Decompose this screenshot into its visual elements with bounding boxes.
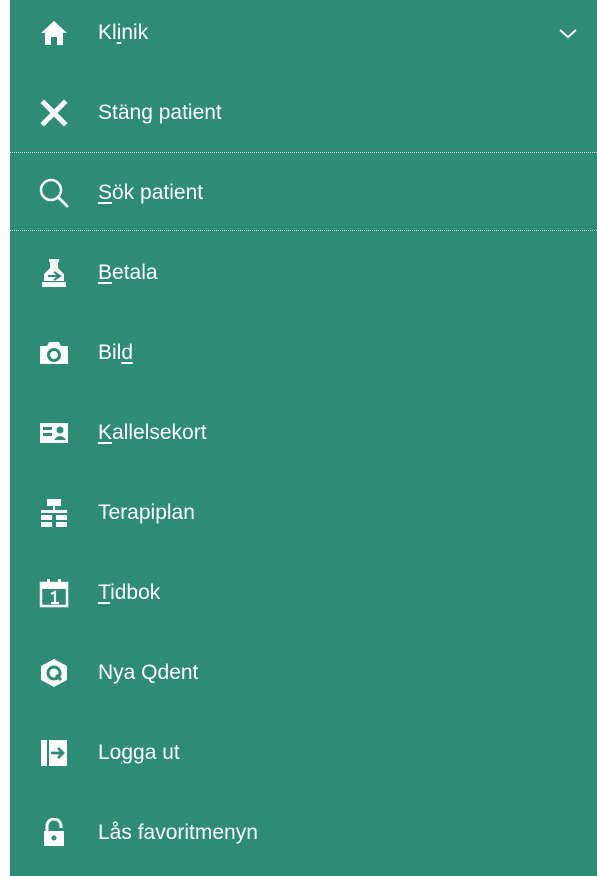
menu-separator <box>10 230 597 231</box>
payment-icon <box>36 255 72 291</box>
calendar-icon <box>36 575 72 611</box>
menu-item-label: Stäng patient <box>98 101 222 124</box>
menu-item-sok-patient[interactable]: Sök patient <box>10 153 597 233</box>
menu-item-label: Kallelsekort <box>98 421 207 444</box>
menu-item-label: Bild <box>98 341 134 364</box>
menu-item-betala[interactable]: Betala <box>10 233 597 313</box>
search-icon <box>36 175 72 211</box>
menu-item-tidbok[interactable]: Tidbok <box>10 553 597 633</box>
menu-item-label: Tidbok <box>98 581 161 604</box>
logout-icon <box>36 735 72 771</box>
menu-item-label: Nya Qdent <box>98 661 199 684</box>
menu-item-nya-qdent[interactable]: Nya Qdent <box>10 633 597 713</box>
menu-item-bild[interactable]: Bild <box>10 313 597 393</box>
favorite-menu: Klinik Stäng patient Sök patient Betala … <box>10 0 597 876</box>
menu-item-logga-ut[interactable]: Logga ut <box>10 713 597 793</box>
menu-item-label: Lås favoritmenyn <box>98 821 258 844</box>
id-card-icon <box>36 415 72 451</box>
menu-item-terapiplan[interactable]: Terapiplan <box>10 473 597 553</box>
menu-item-stang-patient[interactable]: Stäng patient <box>10 73 597 153</box>
menu-item-label: Logga ut <box>98 741 180 764</box>
qdent-logo-icon <box>36 655 72 691</box>
menu-item-klinik[interactable]: Klinik <box>10 0 597 73</box>
menu-item-label: Klinik <box>98 21 149 44</box>
menu-item-las-favoritmenyn[interactable]: Lås favoritmenyn <box>10 793 597 873</box>
unlock-icon <box>36 815 72 851</box>
home-icon <box>36 15 72 51</box>
close-icon <box>36 95 72 131</box>
menu-item-kallelsekort[interactable]: Kallelsekort <box>10 393 597 473</box>
menu-item-label: Terapiplan <box>98 501 195 524</box>
menu-item-label: Betala <box>98 261 158 284</box>
menu-item-label: Sök patient <box>98 181 204 204</box>
hierarchy-icon <box>36 495 72 531</box>
chevron-down-icon[interactable] <box>557 22 579 44</box>
camera-icon <box>36 335 72 371</box>
